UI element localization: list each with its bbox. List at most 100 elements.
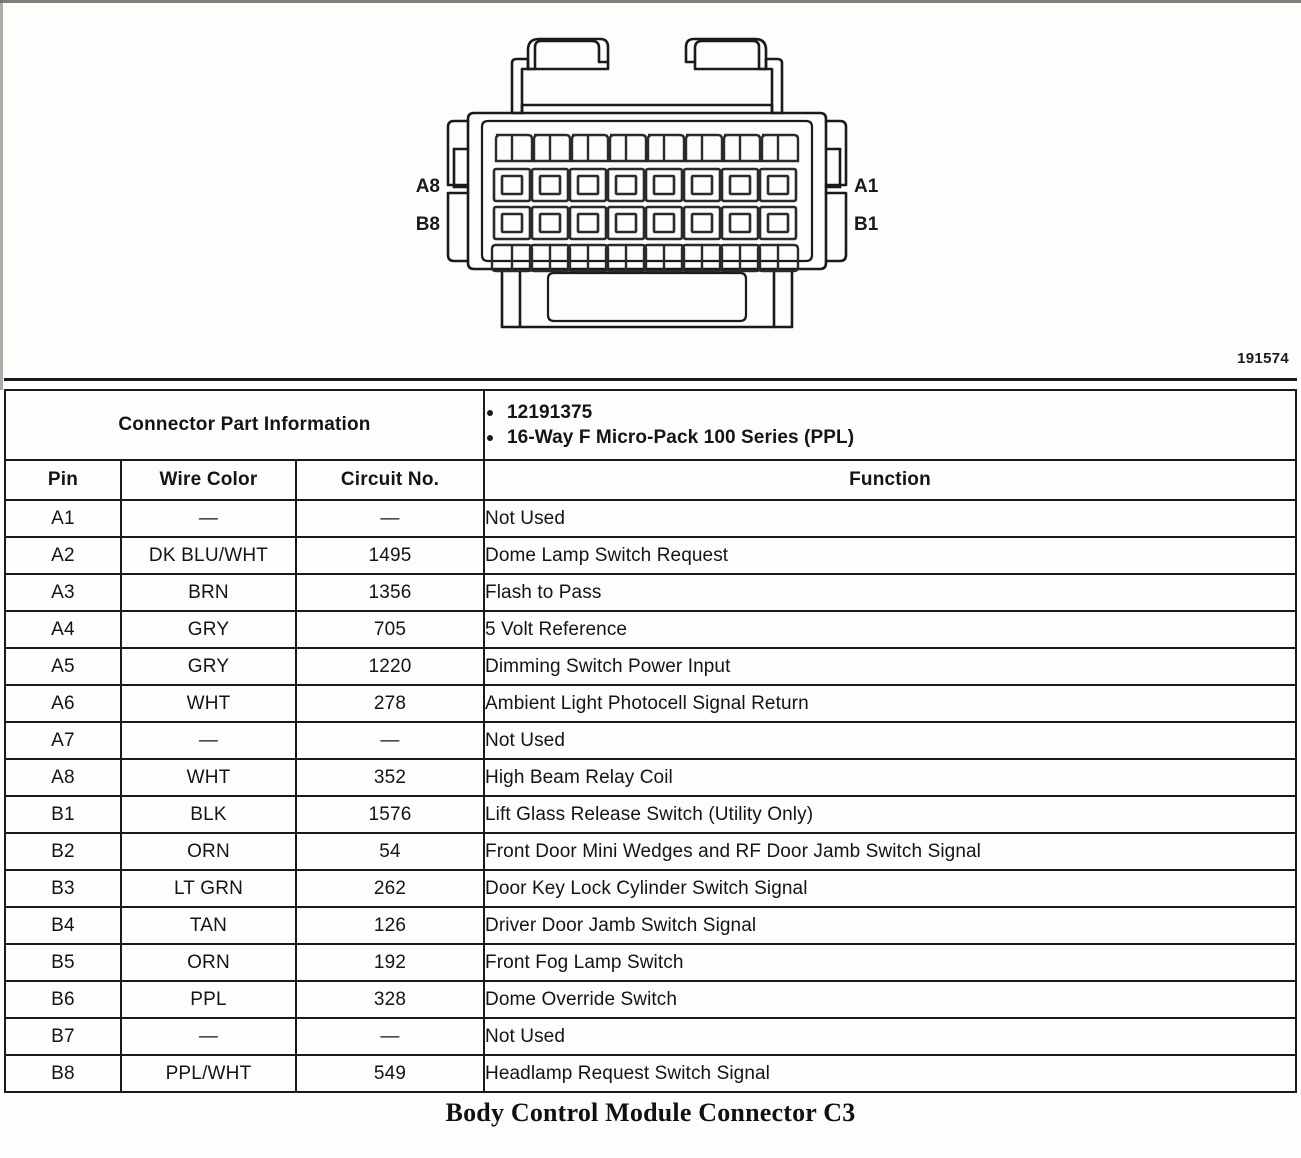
cell-circuit-no: — xyxy=(294,499,486,538)
cell-wire-color: PPL xyxy=(120,980,297,1019)
cell-function: Lift Glass Release Switch (Utility Only) xyxy=(483,795,1298,834)
cell-function: 5 Volt Reference xyxy=(483,610,1298,649)
cell-circuit-no: 1576 xyxy=(294,795,486,834)
cell-wire-color: ORN xyxy=(120,943,297,982)
pin-label-b8: B8 xyxy=(416,214,440,235)
pin-label-b1: B1 xyxy=(854,214,879,235)
cell-pin: B1 xyxy=(4,795,122,834)
table-row: B7— — Not Used xyxy=(4,1017,1298,1056)
cell-wire-color: PPL/WHT xyxy=(120,1054,297,1093)
table-row: A7— — Not Used xyxy=(4,721,1298,760)
cell-wire-color: — xyxy=(120,499,297,538)
cell-circuit-no: — xyxy=(294,1017,486,1056)
cell-circuit-no: 54 xyxy=(294,832,486,871)
header-wire-color: Wire Color xyxy=(120,459,297,501)
cell-function: Door Key Lock Cylinder Switch Signal xyxy=(483,869,1298,908)
table-row: A1— — Not Used xyxy=(4,499,1298,538)
cell-pin: A6 xyxy=(4,684,122,723)
cell-circuit-no: 1356 xyxy=(294,573,486,612)
cell-pin: A4 xyxy=(4,610,122,649)
pinout-rows: A1— — Not Used A2 DK BLU/WHT 1495 Dome Lamp Sw… xyxy=(4,499,1298,1093)
cell-function: Not Used xyxy=(483,1017,1298,1056)
cell-wire-color: LT GRN xyxy=(120,869,297,908)
table-row: A5 GRY 1220 Dimming Switch Power Input xyxy=(4,647,1298,686)
cell-wire-color: WHT xyxy=(120,758,297,797)
cell-function: Dome Lamp Switch Request xyxy=(483,536,1298,575)
cell-circuit-no: 352 xyxy=(294,758,486,797)
cell-function: Driver Door Jamb Switch Signal xyxy=(483,906,1298,945)
cell-wire-color: BLK xyxy=(120,795,297,834)
cell-circuit-no: 549 xyxy=(294,1054,486,1093)
cell-wire-color: ORN xyxy=(120,832,297,871)
table-row: A8 WHT 352 High Beam Relay Coil xyxy=(4,758,1298,797)
pin-row-b xyxy=(492,205,798,241)
cell-pin: B7 xyxy=(4,1017,122,1056)
cell-circuit-no: 126 xyxy=(294,906,486,945)
cell-circuit-no: 1495 xyxy=(294,536,486,575)
latch-tab-left xyxy=(510,37,610,115)
table-row: A6 WHT 278 Ambient Light Photocell Signal R… xyxy=(4,684,1298,723)
cell-circuit-no: — xyxy=(294,721,486,760)
pin-row-a xyxy=(492,167,798,203)
cell-function: Not Used xyxy=(483,499,1298,538)
cell-pin: A5 xyxy=(4,647,122,686)
cell-pin: A7 xyxy=(4,721,122,760)
cell-wire-color: DK BLU/WHT xyxy=(120,536,297,575)
cell-wire-color: GRY xyxy=(120,610,297,649)
cell-function: Dimming Switch Power Input xyxy=(483,647,1298,686)
part-information-details: 12191375 16-Way F Micro-Pack 100 Series (… xyxy=(483,389,1298,461)
table-row: A4 GRY 705 5 Volt Reference xyxy=(4,610,1298,649)
cell-circuit-no: 1220 xyxy=(294,647,486,686)
cell-wire-color: — xyxy=(120,1017,297,1056)
table-row: B2 ORN 54 Front Door Mini Wedges and RF Doo… xyxy=(4,832,1298,871)
column-header-row: Pin Wire Color Circuit No. Function xyxy=(4,459,1298,501)
cell-circuit-no: 328 xyxy=(294,980,486,1019)
cell-wire-color: — xyxy=(120,721,297,760)
cell-pin: B6 xyxy=(4,980,122,1019)
part-info-item: 12191375 xyxy=(485,400,1295,425)
bottom-vent-slot-row xyxy=(490,243,800,273)
figure-caption: Body Control Module Connector C3 xyxy=(445,1098,856,1127)
connector-diagram-panel: A8 B8 A1 B1 191574 xyxy=(4,3,1297,381)
header-function: Function xyxy=(483,459,1298,501)
cell-function: Not Used xyxy=(483,721,1298,760)
table-row: B5 ORN 192 Front Fog Lamp Switch xyxy=(4,943,1298,982)
part-information-row: Connector Part Information 12191375 16-Wa… xyxy=(3,389,1298,461)
top-vent-slot-row xyxy=(494,133,800,163)
cell-circuit-no: 262 xyxy=(294,869,486,908)
cell-pin: B5 xyxy=(4,943,122,982)
cell-pin: A3 xyxy=(4,573,122,612)
cell-wire-color: GRY xyxy=(120,647,297,686)
cell-circuit-no: 705 xyxy=(294,610,486,649)
cell-pin: A2 xyxy=(4,536,122,575)
pin-label-a1: A1 xyxy=(854,176,879,197)
header-pin: Pin xyxy=(4,459,122,501)
table-row: B8 PPL/WHT 549 Headlamp Request Switch Sign… xyxy=(4,1054,1298,1093)
connector-illustration: A8 B8 A1 B1 xyxy=(416,37,879,329)
cell-function: Dome Override Switch xyxy=(483,980,1298,1019)
cell-function: Front Door Mini Wedges and RF Door Jamb … xyxy=(483,832,1298,871)
cell-wire-color: TAN xyxy=(120,906,297,945)
table-row: A3 BRN 1356 Flash to Pass xyxy=(4,573,1298,612)
cell-circuit-no: 192 xyxy=(294,943,486,982)
pin-label-a8: A8 xyxy=(416,176,440,197)
table-row: B3 LT GRN 262 Door Key Lock Cylinder Switch… xyxy=(4,869,1298,908)
table-row: B6 PPL 328 Dome Override Switch xyxy=(4,980,1298,1019)
part-number-list: 12191375 16-Way F Micro-Pack 100 Series (… xyxy=(485,400,1295,450)
cell-circuit-no: 278 xyxy=(294,684,486,723)
cell-pin: B2 xyxy=(4,832,122,871)
cell-function: Ambient Light Photocell Signal Return xyxy=(483,684,1298,723)
pin-cavity-grid xyxy=(490,133,800,273)
cell-wire-color: WHT xyxy=(120,684,297,723)
cell-pin: B4 xyxy=(4,906,122,945)
figure-number: 191574 xyxy=(1237,350,1289,367)
table-row: B1 BLK 1576 Lift Glass Release Switch (Util… xyxy=(4,795,1298,834)
scan-edge-left xyxy=(0,0,3,390)
cell-pin: A8 xyxy=(4,758,122,797)
connector-pinout-table: Connector Part Information 12191375 16-Wa… xyxy=(3,389,1298,1093)
cell-pin: B8 xyxy=(4,1054,122,1093)
part-info-item: 16-Way F Micro-Pack 100 Series (PPL) xyxy=(485,425,1295,450)
document-page: A8 B8 A1 B1 191574 Connector Part Inform… xyxy=(0,0,1301,1158)
part-information-title: Connector Part Information xyxy=(3,389,486,461)
table-row: A2 DK BLU/WHT 1495 Dome Lamp Switch Request xyxy=(4,536,1298,575)
